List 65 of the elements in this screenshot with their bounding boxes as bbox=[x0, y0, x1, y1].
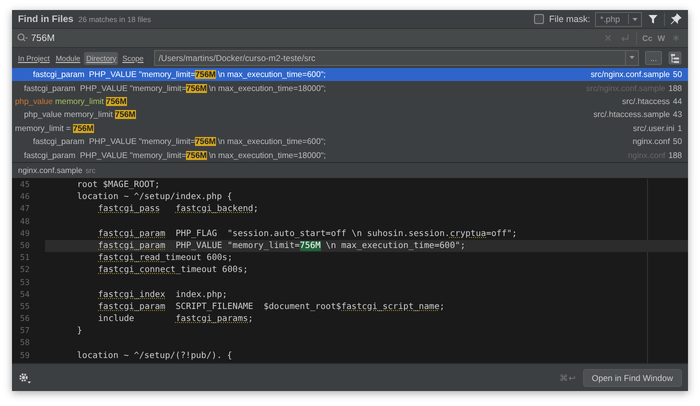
settings-icon[interactable] bbox=[18, 372, 32, 384]
line-number: 188 bbox=[668, 84, 682, 93]
result-text: fastcgi_param PHP_VALUE "memory_limit=756M \n max_execution_time=600"; bbox=[33, 137, 327, 146]
code-line: include fastcgi_params; bbox=[97, 313, 254, 326]
line-number: 46 bbox=[19, 191, 31, 204]
code-line: fastcgi_param SCRIPT_FILENAME $document_root$fastcgi_script_name; bbox=[97, 300, 446, 314]
preview-file-name: nginx.conf.sample bbox=[18, 166, 82, 175]
code-line: fastcgi_index index.php; bbox=[97, 288, 228, 301]
code-line: fastcgi_param PHP_FLAG "session.auto_start=off \n suhosin.session.cryptua=off"; bbox=[97, 228, 518, 240]
file-mask-label: File mask: bbox=[549, 14, 590, 24]
line-number: 44 bbox=[672, 96, 682, 106]
file-path: src/.user.ini bbox=[633, 124, 674, 133]
result-text: fastcgi_param PHP_VALUE "memory_limit=756M \n max_execution_time=600"; bbox=[33, 70, 327, 80]
result-row[interactable]: memory_limit = 756M src/.user.ini 1 bbox=[12, 122, 688, 135]
code-line: fastcgi_connect_timeout 600s; bbox=[97, 264, 250, 276]
line-number: 47 bbox=[19, 203, 31, 216]
line-number: 45 bbox=[19, 179, 31, 191]
result-text: fastcgi_param PHP_VALUE "memory_limit=756M \n max_execution_time=18000"; bbox=[24, 150, 327, 160]
result-row[interactable]: fastcgi_param PHP_VALUE "memory_limit=756M \n max_execution_time=600"; src/nginx.conf.sample 50 bbox=[12, 68, 688, 82]
code-line: location ~ ^/setup/(?!pub/). { bbox=[76, 350, 234, 362]
line-number: 188 bbox=[668, 150, 682, 160]
code-line: fastcgi_read_timeout 600s; bbox=[97, 252, 234, 264]
file-path: src/.htaccess.sample bbox=[593, 110, 670, 120]
line-number: 1 bbox=[677, 124, 682, 133]
folder-tree-icon[interactable] bbox=[668, 51, 682, 65]
line-number: 50 bbox=[19, 240, 31, 252]
result-row[interactable]: php_value memory_limit 756M src/.htaccess 44 bbox=[12, 94, 688, 108]
line-number: 57 bbox=[19, 325, 31, 338]
file-path: src/nginx.conf.sample bbox=[590, 70, 670, 80]
code-line: } bbox=[76, 325, 84, 338]
line-number: 43 bbox=[672, 110, 682, 120]
line-number: 53 bbox=[19, 276, 31, 288]
code-line: fastcgi_pass fastcgi_backend; bbox=[97, 203, 260, 216]
filter-icon[interactable] bbox=[647, 13, 659, 25]
file-mask-field[interactable]: *.php bbox=[595, 12, 642, 26]
line-number: 55 bbox=[19, 300, 31, 313]
line-number: 52 bbox=[19, 264, 31, 276]
code-line: root $MAGE_ROOT; bbox=[76, 179, 161, 192]
shortcut-hint: ⌘↩ bbox=[560, 372, 577, 382]
open-in-find-window-button[interactable]: Open in Find Window bbox=[582, 368, 682, 386]
result-text: fastcgi_param PHP_VALUE "memory_limit=756M \n max_execution_time=18000"; bbox=[24, 84, 327, 93]
result-text: php_value memory_limit 756M bbox=[15, 96, 128, 106]
file-path: nginx.conf bbox=[632, 137, 670, 146]
dialog-title: Find in Files bbox=[18, 14, 74, 24]
file-path: src/.htaccess bbox=[622, 96, 670, 106]
line-number: 50 bbox=[672, 70, 682, 80]
line-number: 58 bbox=[19, 337, 31, 350]
result-text: memory_limit = 756M bbox=[15, 124, 94, 133]
line-number: 50 bbox=[672, 137, 682, 146]
line-number: 48 bbox=[19, 216, 31, 228]
line-number: 54 bbox=[19, 288, 31, 301]
search-icon[interactable] bbox=[16, 32, 28, 44]
result-row[interactable]: php_value memory_limit 756M src/.htaccess.sample 43 bbox=[12, 108, 688, 122]
line-number: 51 bbox=[19, 252, 31, 264]
line-number: 49 bbox=[19, 228, 31, 240]
file-mask-checkbox[interactable] bbox=[534, 14, 544, 24]
directory-field[interactable]: /Users/martins/Docker/curso-m2-teste/src bbox=[154, 50, 640, 66]
result-row[interactable]: fastcgi_param PHP_VALUE "memory_limit=756M \n max_execution_time=600"; nginx.conf 50 bbox=[12, 134, 688, 148]
result-text: php_value memory_limit 756M bbox=[24, 110, 136, 120]
code-line: location ~ ^/setup/index.php { bbox=[76, 191, 234, 204]
pin-icon[interactable] bbox=[670, 13, 682, 25]
line-number: 56 bbox=[19, 313, 31, 326]
line-number: 59 bbox=[19, 350, 31, 362]
browse-button[interactable]: ... bbox=[645, 51, 662, 65]
search-field[interactable]: 756M bbox=[16, 32, 598, 44]
